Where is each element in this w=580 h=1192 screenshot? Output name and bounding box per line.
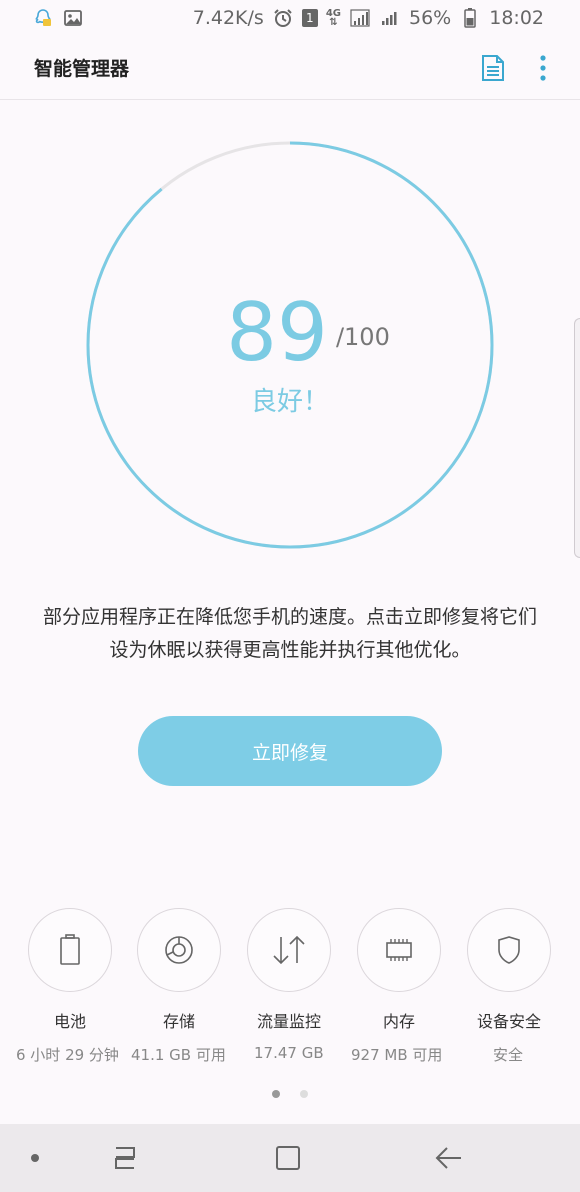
feature-device-security-value: 安全 — [493, 1046, 524, 1064]
feature-data-monitor-circle — [247, 908, 331, 992]
network-type-label: 4G — [325, 8, 341, 19]
battery-icon — [60, 934, 80, 965]
more-vertical-icon — [540, 54, 546, 81]
signal-strength-2-icon — [379, 8, 401, 28]
alarm-icon — [272, 8, 294, 28]
more-options-button[interactable] — [540, 54, 546, 81]
dot-icon — [31, 1154, 39, 1162]
feature-label: 流量监控 — [256, 1012, 321, 1031]
app-bar: 智能管理器 — [0, 36, 580, 100]
feature-data-monitor[interactable]: 流量监控 — [234, 908, 344, 1032]
image-notification-icon — [62, 8, 84, 28]
shield-icon — [498, 936, 520, 964]
score-value: 89 — [226, 286, 328, 379]
data-transfer-icon — [273, 935, 305, 965]
app-actions — [480, 54, 546, 82]
feature-storage[interactable]: 存储 — [124, 908, 234, 1032]
feature-device-security-circle — [467, 908, 551, 992]
feature-memory-circle — [357, 908, 441, 992]
score-readout: 89 /100 良好！ — [86, 291, 494, 418]
network-speed: 7.42K/s — [192, 7, 264, 29]
battery-icon — [459, 8, 481, 28]
feature-label: 设备安全 — [476, 1012, 541, 1031]
feature-data-monitor-value: 17.47 GB — [254, 1044, 324, 1062]
score-line: 89 /100 — [122, 291, 494, 375]
score-status: 良好！ — [250, 387, 329, 417]
page-dot-active[interactable] — [272, 1090, 280, 1098]
status-bar: 7.42K/s 1 4G ⇅ 56% 18:02 — [0, 0, 580, 36]
page-dot[interactable] — [300, 1090, 308, 1098]
back-arrow-icon — [435, 1147, 461, 1169]
storage-disc-icon — [165, 936, 193, 964]
edge-panel-handle[interactable] — [574, 318, 580, 558]
home-button[interactable] — [273, 1144, 303, 1172]
recent-apps-icon — [115, 1147, 135, 1169]
sim-badge: 1 — [301, 9, 318, 27]
feature-label: 存储 — [162, 1012, 195, 1031]
nav-hide-button[interactable] — [20, 1144, 50, 1172]
fix-now-button[interactable]: 立即修复 — [138, 716, 442, 786]
battery-percent: 56% — [409, 7, 452, 29]
document-icon — [482, 54, 504, 81]
score-total: /100 — [335, 323, 390, 351]
feature-storage-value: 41.1 GB 可用 — [131, 1046, 226, 1064]
signal-strength-icon — [349, 8, 371, 28]
clock: 18:02 — [489, 7, 544, 29]
feature-device-security[interactable]: 设备安全 — [454, 908, 564, 1032]
feature-battery-value: 6 小时 29 分钟 — [16, 1046, 119, 1064]
report-button[interactable] — [480, 54, 506, 82]
feature-storage-circle — [137, 908, 221, 992]
recent-apps-button[interactable] — [110, 1144, 140, 1172]
page-title: 智能管理器 — [34, 58, 130, 80]
back-button[interactable] — [434, 1144, 464, 1172]
optimization-description: 部分应用程序正在降低您手机的速度。点击立即修复将它们设为休眠以获得更高性能并执行… — [42, 606, 537, 661]
status-bar-left — [32, 8, 84, 28]
memory-chip-icon — [386, 939, 412, 961]
feature-label: 电池 — [53, 1012, 86, 1031]
home-square-icon — [276, 1146, 300, 1170]
page-indicator — [0, 1090, 580, 1098]
feature-memory[interactable]: 内存 — [344, 908, 454, 1032]
feature-battery[interactable]: 电池 — [15, 908, 125, 1032]
qq-notification-icon — [32, 8, 54, 28]
status-bar-right: 7.42K/s 1 4G ⇅ 56% 18:02 — [193, 7, 544, 29]
feature-row: 电池 存储 流量监控 内存 设备安全 6 小时 29 分钟 41.1 GB 可用… — [0, 908, 580, 1068]
feature-label: 内存 — [382, 1012, 415, 1031]
feature-battery-circle — [28, 908, 112, 992]
score-dial: 89 /100 良好！ — [86, 141, 494, 549]
navigation-bar — [0, 1124, 580, 1192]
feature-memory-value: 927 MB 可用 — [351, 1046, 443, 1064]
network-type: 4G ⇅ — [325, 8, 341, 28]
